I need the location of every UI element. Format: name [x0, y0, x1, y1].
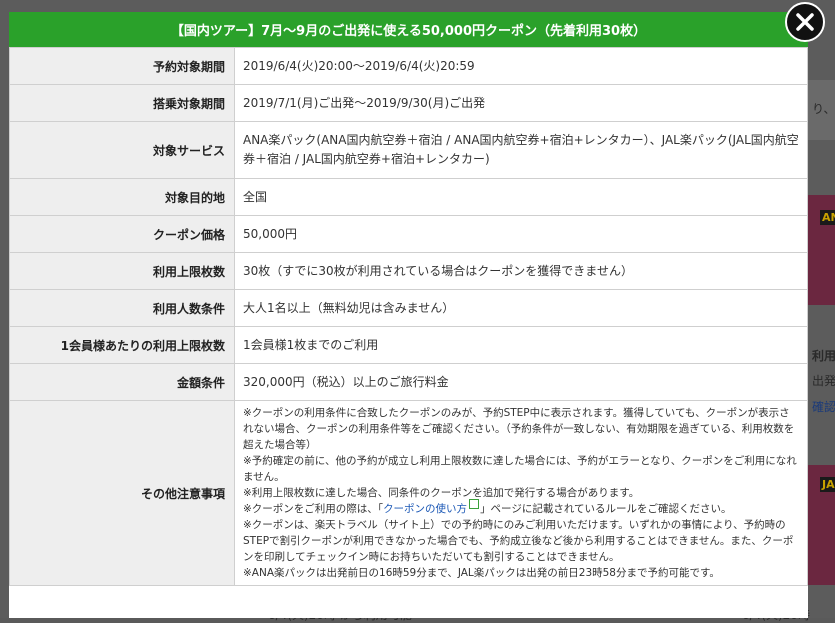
table-row: 1会員様あたりの利用上限枚数 1会員様1枚までのご利用 [9, 326, 808, 364]
row-value: 大人1名以上（無料幼児は含みません） [234, 289, 808, 327]
row-value: 2019/7/1(月)ご出発～2019/9/30(月)ご出発 [234, 84, 808, 122]
row-label: 利用上限枚数 [9, 252, 235, 290]
coupon-usage-link[interactable]: クーポンの使い方 [383, 503, 467, 515]
table-row: 対象サービス ANA楽パック(ANA国内航空券＋宿泊 / ANA国内航空券+宿泊… [9, 121, 808, 179]
table-row: 予約対象期間 2019/6/4(火)20:00～2019/6/4(火)20:59 [9, 47, 808, 85]
table-row: 搭乗対象期間 2019/7/1(月)ご出発～2019/9/30(月)ご出発 [9, 84, 808, 122]
close-button[interactable] [785, 2, 825, 42]
note-paragraph: ※予約確定の前に、他の予約が成立し利用上限枚数に達した場合には、予約がエラーとな… [243, 455, 797, 483]
note-paragraph: ※利用上限枚数に達した場合、同条件のクーポンを追加で発行する場合があります。 [243, 487, 640, 499]
row-label: 金額条件 [9, 363, 235, 401]
row-label: 予約対象期間 [9, 47, 235, 85]
table-row: 利用人数条件 大人1名以上（無料幼児は含みません） [9, 289, 808, 327]
note-paragraph: ※クーポンは、楽天トラベル（サイト上）での予約時にのみご利用いただけます。いずれ… [243, 519, 794, 563]
table-row: 金額条件 320,000円（税込）以上のご旅行料金 [9, 363, 808, 401]
note-paragraph: ※クーポンをご利用の際は、「クーポンの使い方 」ページに記載されているルールをご確… [243, 499, 799, 517]
note-paragraph: ※クーポンの利用条件に合致したクーポンのみが、予約STEP中に表示されます。獲得… [243, 407, 795, 451]
close-icon [796, 13, 814, 31]
table-row: その他注意事項 ※クーポンの利用条件に合致したクーポンのみが、予約STEP中に表… [9, 400, 808, 586]
notes-text: ※クーポンの利用条件に合致したクーポンのみが、予約STEP中に表示されます。獲得… [234, 400, 808, 586]
row-label: 搭乗対象期間 [9, 84, 235, 122]
row-label: その他注意事項 [9, 400, 235, 586]
coupon-conditions-table: 予約対象期間 2019/6/4(火)20:00～2019/6/4(火)20:59… [9, 47, 808, 586]
row-label: 対象目的地 [9, 178, 235, 216]
row-value: ANA楽パック(ANA国内航空券＋宿泊 / ANA国内航空券+宿泊+レンタカー）… [234, 121, 808, 179]
row-value: 50,000円 [234, 215, 808, 253]
row-value: 2019/6/4(火)20:00～2019/6/4(火)20:59 [234, 47, 808, 85]
table-row: 利用上限枚数 30枚（すでに30枚が利用されている場合はクーポンを獲得できません… [9, 252, 808, 290]
note-text: 」ページに記載されているルールをご確認ください。 [480, 503, 732, 515]
bg-text: り、 [812, 102, 835, 116]
external-link-icon [469, 499, 480, 509]
row-label: 利用人数条件 [9, 289, 235, 327]
row-label: 対象サービス [9, 121, 235, 179]
row-value: 30枚（すでに30枚が利用されている場合はクーポンを獲得できません） [234, 252, 808, 290]
row-value: 全国 [234, 178, 808, 216]
row-label: 1会員様あたりの利用上限枚数 [9, 326, 235, 364]
row-value: 1会員様1枚までのご利用 [234, 326, 808, 364]
note-paragraph: ※ANA楽パックは出発前日の16時59分まで、JAL楽パックは出発の前日23時5… [243, 567, 720, 579]
row-label: クーポン価格 [9, 215, 235, 253]
bg-text: 出発 [812, 374, 835, 388]
coupon-detail-modal: 【国内ツアー】7月～9月のご出発に使える50,000円クーポン（先着利用30枚）… [9, 12, 808, 618]
bg-badge: AN [820, 210, 835, 225]
bg-text: 確認 [812, 400, 835, 414]
table-row: クーポン価格 50,000円 [9, 215, 808, 253]
note-text: ※クーポンをご利用の際は、「 [243, 503, 384, 515]
bg-badge: JA [820, 477, 835, 492]
bg-text: 利用 [812, 349, 835, 363]
table-row: 対象目的地 全国 [9, 178, 808, 216]
row-value: 320,000円（税込）以上のご旅行料金 [234, 363, 808, 401]
modal-title: 【国内ツアー】7月～9月のご出発に使える50,000円クーポン（先着利用30枚） [9, 12, 808, 47]
